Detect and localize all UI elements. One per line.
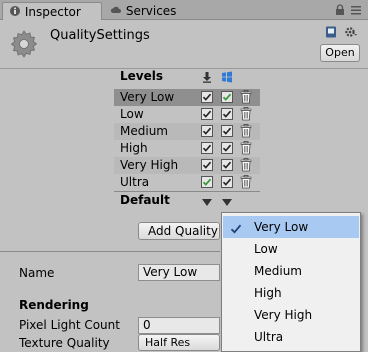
standalone-platform-icon <box>201 71 213 83</box>
dropdown-item-label: High <box>254 286 282 300</box>
inspector-header: QualitySettings Open <box>0 21 368 69</box>
info-icon <box>9 5 21 20</box>
level-row-high[interactable]: High <box>114 140 260 157</box>
web-checkbox[interactable] <box>221 159 233 171</box>
open-button[interactable]: Open <box>320 44 360 62</box>
level-row-very-high[interactable]: Very High <box>114 157 260 174</box>
delete-level-icon[interactable] <box>240 107 252 121</box>
delete-level-icon[interactable] <box>240 124 252 138</box>
dropdown-item-very-high[interactable]: Very High <box>223 304 359 326</box>
standalone-checkbox[interactable] <box>201 142 213 154</box>
dropdown-item-label: Very Low <box>254 220 309 234</box>
default-level-check[interactable] <box>221 91 233 103</box>
texture-quality-label: Texture Quality <box>19 336 110 350</box>
level-name: Low <box>120 107 144 121</box>
delete-level-icon[interactable] <box>240 175 252 189</box>
help-book-icon[interactable] <box>324 25 338 39</box>
level-row-medium[interactable]: Medium <box>114 123 260 140</box>
dropdown-item-label: Medium <box>254 264 302 278</box>
dropdown-item-label: Low <box>254 242 278 256</box>
default-row: Default <box>114 193 260 210</box>
web-checkbox[interactable] <box>221 142 233 154</box>
web-default-dropdown-icon[interactable] <box>222 197 232 206</box>
cloud-icon <box>110 4 122 19</box>
dropdown-item-ultra[interactable]: Ultra <box>223 326 359 348</box>
delete-level-icon[interactable] <box>240 158 252 172</box>
dropdown-item-label: Ultra <box>254 330 284 344</box>
quality-level-dropdown-menu: Very Low Low Medium High Very High Ultra <box>221 212 361 352</box>
pixel-light-count-field[interactable]: 0 <box>138 317 220 334</box>
standalone-checkbox[interactable] <box>201 108 213 120</box>
web-checkbox[interactable] <box>221 125 233 137</box>
dropdown-item-high[interactable]: High <box>223 282 359 304</box>
level-name: Ultra <box>120 175 150 189</box>
standalone-checkbox[interactable] <box>201 91 213 103</box>
component-title: QualitySettings <box>50 28 150 43</box>
rendering-section-title: Rendering <box>19 298 89 312</box>
level-name: Very High <box>120 158 179 172</box>
web-checkbox[interactable] <box>221 108 233 120</box>
dropdown-item-low[interactable]: Low <box>223 238 359 260</box>
dropdown-item-medium[interactable]: Medium <box>223 260 359 282</box>
tab-services[interactable]: Services <box>104 2 194 20</box>
tab-inspector[interactable]: Inspector <box>2 2 102 20</box>
level-name: Medium <box>120 124 168 138</box>
level-row-ultra[interactable]: Ultra <box>114 174 260 191</box>
add-quality-button[interactable]: Add Quality <box>138 222 220 240</box>
name-label: Name <box>19 266 55 280</box>
texture-quality-dropdown[interactable]: Half Res <box>138 334 220 351</box>
level-name: Very Low <box>120 90 175 104</box>
dropdown-item-very-low[interactable]: Very Low <box>223 216 359 238</box>
standalone-default-dropdown-icon[interactable] <box>202 197 212 206</box>
tab-menu-icon[interactable] <box>350 4 362 16</box>
standalone-checkbox[interactable] <box>201 159 213 171</box>
windows-platform-icon <box>221 71 233 83</box>
quality-settings-icon <box>8 28 40 60</box>
default-level-check[interactable] <box>201 176 213 188</box>
checkmark-icon <box>230 220 242 234</box>
standalone-checkbox[interactable] <box>201 125 213 137</box>
level-name: High <box>120 141 148 155</box>
web-checkbox[interactable] <box>221 176 233 188</box>
section-divider <box>0 251 220 252</box>
lock-icon[interactable] <box>334 4 346 16</box>
delete-level-icon[interactable] <box>240 141 252 155</box>
default-label: Default <box>120 193 170 207</box>
tab-bar: Inspector Services <box>0 0 368 20</box>
dropdown-item-label: Very High <box>254 308 313 322</box>
tab-label: Services <box>125 4 177 18</box>
name-field[interactable]: Very Low <box>138 264 220 281</box>
levels-heading: Levels <box>120 69 164 83</box>
tab-label: Inspector <box>24 5 81 19</box>
pixel-light-count-label: Pixel Light Count <box>19 318 120 332</box>
levels-header: Levels <box>114 69 260 86</box>
delete-level-icon[interactable] <box>240 90 252 104</box>
settings-cog-icon[interactable] <box>344 25 358 39</box>
levels-separator <box>114 191 260 192</box>
level-row-very-low[interactable]: Very Low <box>114 89 260 106</box>
level-row-low[interactable]: Low <box>114 106 260 123</box>
